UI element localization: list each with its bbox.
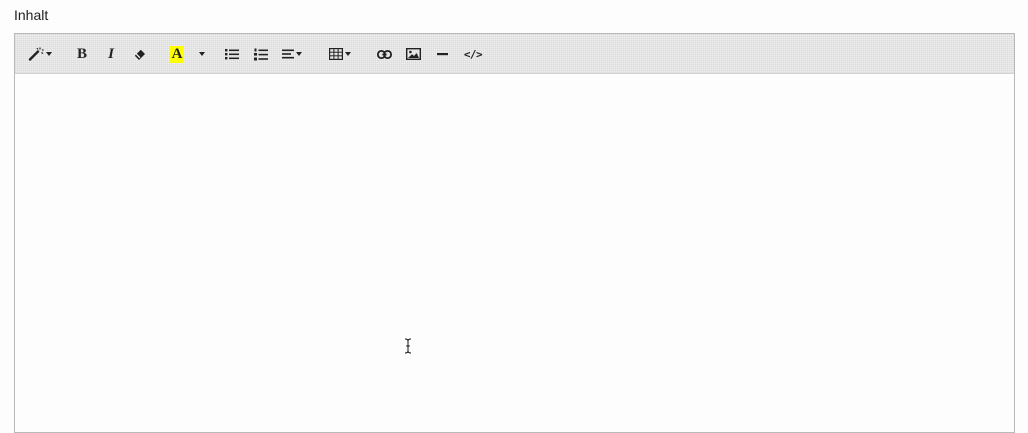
text-color-icon: A bbox=[169, 45, 185, 63]
image-icon bbox=[405, 48, 421, 60]
caret-down-icon bbox=[46, 52, 52, 56]
text-cursor-icon bbox=[404, 338, 412, 359]
align-left-icon bbox=[282, 49, 294, 59]
caret-down-icon bbox=[199, 52, 205, 56]
caret-down-icon bbox=[296, 52, 302, 56]
horizontal-rule-button[interactable] bbox=[428, 40, 456, 68]
table-button[interactable] bbox=[325, 40, 355, 68]
color-button[interactable]: A bbox=[163, 40, 191, 68]
code-view-button[interactable]: </> bbox=[456, 40, 490, 68]
ordered-list-button[interactable] bbox=[246, 40, 276, 68]
numbered-list-icon bbox=[254, 48, 268, 61]
editor-content-area[interactable] bbox=[15, 74, 1014, 432]
link-button[interactable] bbox=[370, 40, 398, 68]
eraser-icon bbox=[134, 49, 146, 60]
minus-icon bbox=[436, 52, 448, 56]
insert-group: </> bbox=[370, 40, 490, 68]
bullet-list-icon bbox=[225, 48, 239, 60]
paragraph-align-button[interactable] bbox=[276, 40, 308, 68]
bold-icon: B bbox=[76, 45, 87, 62]
unordered-list-button[interactable] bbox=[218, 40, 246, 68]
picture-button[interactable] bbox=[398, 40, 428, 68]
italic-button[interactable]: I bbox=[97, 40, 125, 68]
table-group bbox=[325, 40, 355, 68]
italic-icon: I bbox=[108, 45, 114, 62]
bold-button[interactable]: B bbox=[67, 40, 97, 68]
code-icon: </> bbox=[463, 47, 483, 61]
color-dropdown-button[interactable] bbox=[191, 40, 213, 68]
link-icon bbox=[376, 49, 392, 59]
editor-toolbar: B I A </> bbox=[15, 34, 1014, 74]
font-style-group: B I bbox=[67, 40, 155, 68]
color-group: A bbox=[163, 40, 213, 68]
magic-wand-icon bbox=[28, 47, 44, 61]
style-group bbox=[25, 40, 55, 68]
field-label: Inhalt bbox=[14, 7, 49, 23]
caret-down-icon bbox=[345, 52, 351, 56]
clear-format-button[interactable] bbox=[125, 40, 155, 68]
rich-text-editor: B I A </> bbox=[14, 33, 1015, 433]
style-button[interactable] bbox=[25, 40, 55, 68]
paragraph-group bbox=[218, 40, 308, 68]
table-icon bbox=[329, 48, 343, 60]
